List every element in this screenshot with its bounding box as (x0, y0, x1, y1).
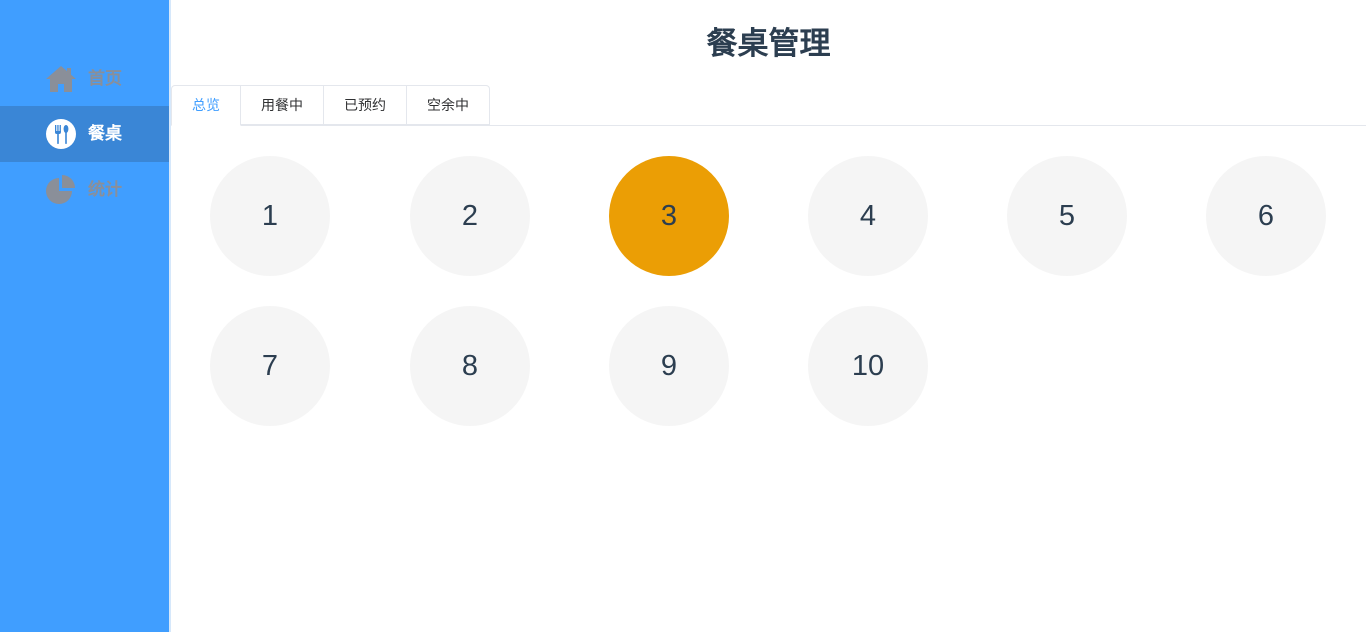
table-1[interactable]: 1 (210, 156, 330, 276)
table-4[interactable]: 4 (808, 156, 928, 276)
table-9[interactable]: 9 (609, 306, 729, 426)
utensils-icon (45, 119, 77, 149)
table-2[interactable]: 2 (410, 156, 530, 276)
sidebar-item-home[interactable]: 首页 (0, 51, 169, 107)
table-6[interactable]: 6 (1206, 156, 1326, 276)
sidebar-item-label: 首页 (88, 69, 122, 89)
tab-available[interactable]: 空余中 (407, 85, 490, 125)
page-title: 餐桌管理 (706, 26, 831, 62)
table-5[interactable]: 5 (1007, 156, 1127, 276)
home-icon (45, 64, 77, 94)
app: 首页 餐桌 统计 餐桌管理 总览 用餐中 已预约 空余中 1 2 3 4 5 6… (0, 0, 1366, 632)
tab-reserved[interactable]: 已预约 (324, 85, 407, 125)
table-3[interactable]: 3 (609, 156, 729, 276)
sidebar-item-label: 餐桌 (88, 124, 122, 144)
tab-bar: 总览 用餐中 已预约 空余中 (171, 85, 1366, 126)
tab-dining[interactable]: 用餐中 (241, 85, 324, 125)
pie-chart-icon (45, 175, 77, 205)
table-10[interactable]: 10 (808, 306, 928, 426)
table-7[interactable]: 7 (210, 306, 330, 426)
tab-overview[interactable]: 总览 (171, 85, 241, 126)
sidebar-item-tables[interactable]: 餐桌 (0, 106, 169, 162)
tables-grid: 1 2 3 4 5 6 7 8 9 10 (171, 126, 1366, 632)
sidebar: 首页 餐桌 统计 (0, 0, 169, 632)
sidebar-item-label: 统计 (88, 180, 122, 200)
sidebar-item-stats[interactable]: 统计 (0, 162, 169, 218)
table-8[interactable]: 8 (410, 306, 530, 426)
